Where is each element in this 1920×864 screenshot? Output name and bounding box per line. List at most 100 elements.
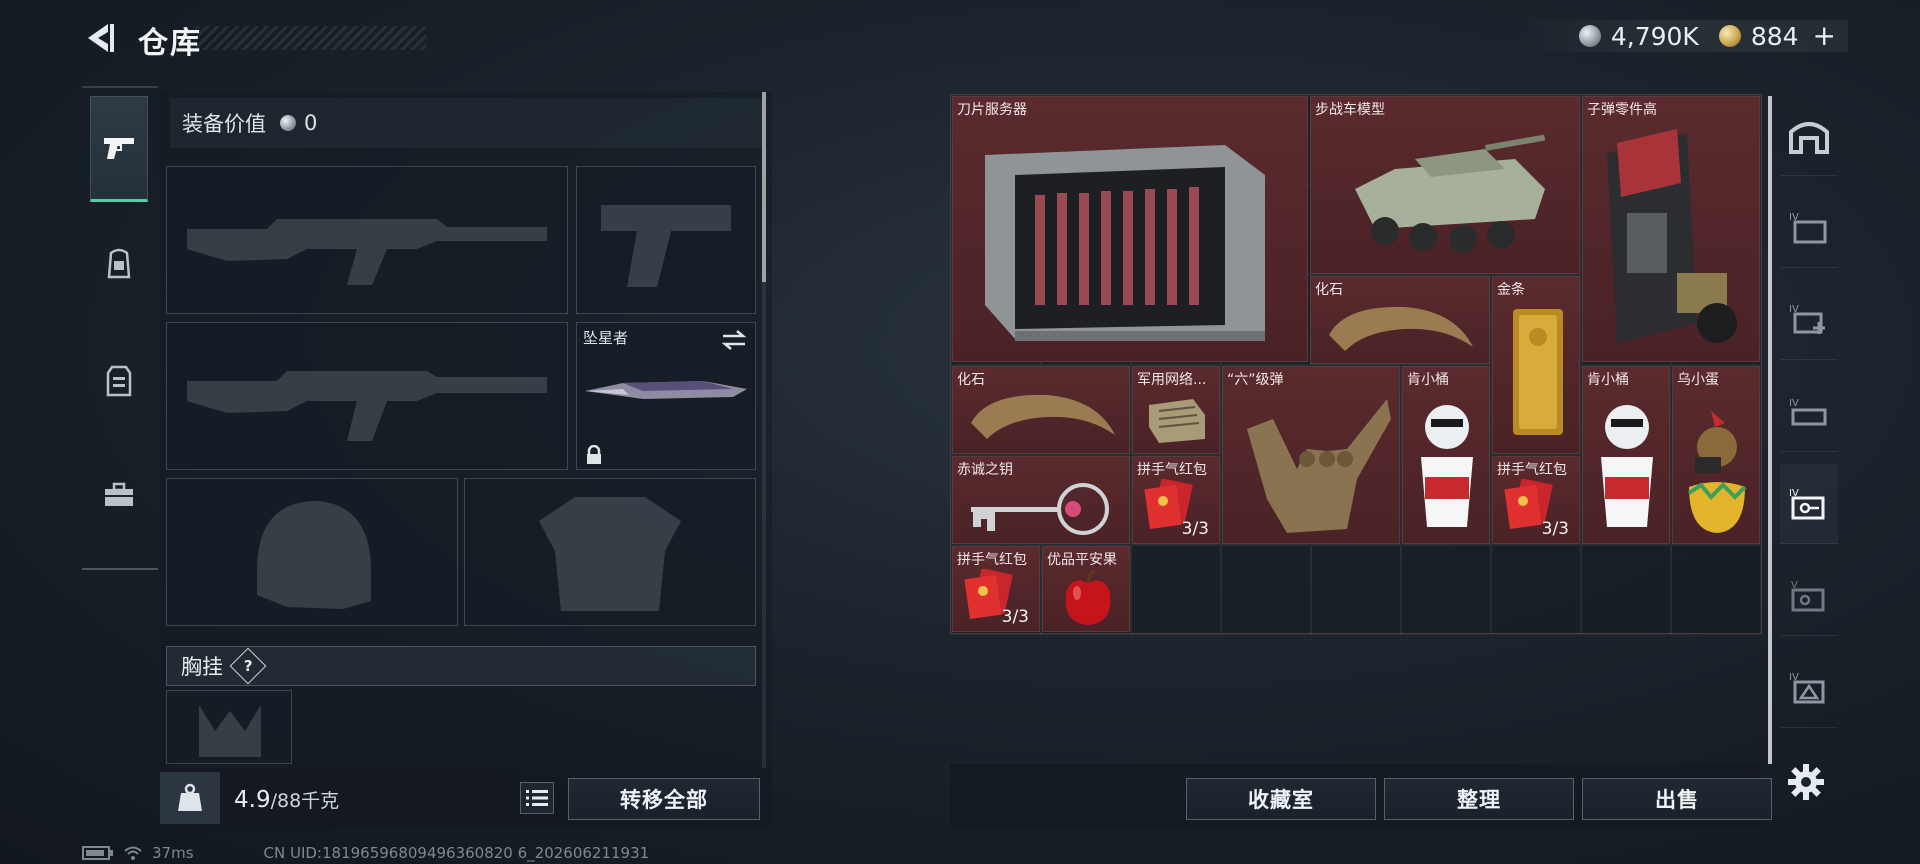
- tab-storage-iv-medical[interactable]: IV: [1780, 280, 1838, 360]
- item-ammo-parts[interactable]: 子弹零件高: [1582, 96, 1760, 362]
- nav-vest[interactable]: [90, 328, 148, 434]
- loadout-nav: [82, 86, 158, 570]
- svg-text:IV: IV: [1789, 488, 1799, 499]
- weapon-case-icon: IV: [1789, 398, 1827, 425]
- item-red-envelope[interactable]: 拼手气红包 3/3: [1132, 456, 1220, 544]
- primary-weapon-slot[interactable]: [166, 166, 568, 314]
- currency-bar: 4,790K 884 +: [1518, 20, 1848, 52]
- item-name: 步战车模型: [1315, 102, 1385, 118]
- armor-silhouette-icon: [539, 497, 681, 611]
- item-name: 军用网络...: [1137, 372, 1207, 388]
- transfer-all-button[interactable]: 转移全部: [568, 778, 760, 820]
- silver-coin-icon: [280, 115, 296, 131]
- storage-cell[interactable]: [1311, 545, 1401, 635]
- item-name: 拼手气红包: [1137, 462, 1207, 478]
- armor-slot[interactable]: [464, 478, 756, 626]
- chest-rig-slot[interactable]: [166, 690, 292, 764]
- helmet-slot[interactable]: [166, 478, 458, 626]
- item-kfc-bucket[interactable]: 肯小桶: [1402, 366, 1490, 544]
- silver-coin-icon: [1578, 25, 1601, 47]
- item-count: 3/3: [1181, 519, 1209, 539]
- key-image: [971, 483, 1109, 535]
- weight-current: 4.9: [234, 787, 271, 813]
- item-blade-server[interactable]: 刀片服务器: [952, 96, 1308, 362]
- item-tier6-ammo[interactable]: “六”级弹: [1222, 366, 1400, 544]
- knife-image: [585, 381, 747, 399]
- nav-case[interactable]: [90, 442, 148, 548]
- chest-rig-label: 胸挂: [181, 655, 223, 679]
- kfc-bucket-image: [1421, 405, 1473, 527]
- backpack-icon: [107, 248, 131, 279]
- item-red-envelope[interactable]: 拼手气红包 3/3: [952, 546, 1040, 632]
- supply-case-icon: IV: [1789, 672, 1825, 703]
- item-fossil[interactable]: 化石: [1310, 276, 1490, 364]
- tab-storage-iv-key[interactable]: IV: [1780, 464, 1838, 544]
- storage-scrollbar[interactable]: [1768, 96, 1772, 764]
- item-military-network[interactable]: 军用网络...: [1132, 366, 1220, 454]
- storage-cell[interactable]: [1671, 545, 1761, 635]
- collection-room-button[interactable]: 收藏室: [1186, 778, 1376, 820]
- ammo-parts-image: [1607, 129, 1737, 343]
- tier6-ammo-image: [1247, 399, 1391, 533]
- weight-display: 4.9/88千克: [234, 786, 339, 813]
- item-key[interactable]: 赤诚之钥: [952, 456, 1130, 544]
- loadout-scroll-thumb[interactable]: [762, 92, 766, 282]
- storage-cell[interactable]: [1491, 545, 1581, 635]
- weight-max: /88千克: [270, 790, 340, 812]
- egg-figure-image: [1687, 411, 1747, 533]
- settings-button[interactable]: [1786, 762, 1826, 802]
- melee-slot[interactable]: 坠星者: [576, 322, 756, 470]
- lock-icon: [587, 445, 601, 464]
- svg-text:IV: IV: [1789, 304, 1799, 315]
- vest-icon: [106, 365, 132, 397]
- page-title: 仓库: [138, 26, 202, 61]
- uid-text: CN UID:18196596809496360820 6_2026062119…: [263, 844, 650, 862]
- back-button[interactable]: [80, 18, 120, 58]
- organize-button[interactable]: 整理: [1384, 778, 1574, 820]
- item-name: 优品平安果: [1047, 552, 1117, 568]
- storage-cell[interactable]: [1401, 545, 1491, 635]
- nav-backpack[interactable]: [90, 210, 148, 316]
- item-apple[interactable]: 优品平安果: [1042, 546, 1130, 632]
- storage-cell[interactable]: [1581, 545, 1671, 635]
- item-name: 乌小蛋: [1677, 372, 1719, 388]
- nav-weapons[interactable]: [90, 96, 148, 202]
- tab-storage-iv-folder[interactable]: IV: [1780, 188, 1838, 268]
- item-name: 拼手气红包: [957, 552, 1027, 568]
- help-button[interactable]: ?: [229, 647, 267, 685]
- secondary-weapon-slot[interactable]: [166, 322, 568, 470]
- item-fossil[interactable]: 化石: [952, 366, 1130, 454]
- item-egg-figure[interactable]: 乌小蛋: [1672, 366, 1760, 544]
- tab-storage-v-key[interactable]: V: [1780, 556, 1838, 636]
- wifi-icon: [124, 846, 142, 860]
- tab-main-storage[interactable]: [1780, 96, 1838, 176]
- rifle-silhouette-icon: [187, 371, 547, 441]
- sidearm-slot[interactable]: [576, 166, 756, 314]
- list-view-button[interactable]: [520, 782, 554, 814]
- svg-text:IV: IV: [1789, 398, 1799, 409]
- equip-value-label: 装备价值: [182, 112, 266, 136]
- sell-button[interactable]: 出售: [1582, 778, 1772, 820]
- item-name: 金条: [1497, 282, 1525, 298]
- battery-icon: [82, 846, 113, 860]
- item-name: 子弹零件高: [1587, 102, 1657, 118]
- item-count: 3/3: [1541, 519, 1569, 539]
- item-red-envelope[interactable]: 拼手气红包 3/3: [1492, 456, 1580, 544]
- add-currency-button[interactable]: +: [1813, 22, 1836, 50]
- item-ifv-model[interactable]: 步战车模型: [1310, 96, 1580, 274]
- medical-case-icon: IV: [1789, 304, 1825, 334]
- storage-cell[interactable]: [1131, 545, 1221, 635]
- melee-name: 坠星者: [583, 329, 629, 347]
- gold-coin-icon: [1718, 25, 1741, 47]
- swap-icon[interactable]: [721, 329, 747, 351]
- storage-cell[interactable]: [1221, 545, 1311, 635]
- back-arrow-icon: [88, 24, 114, 52]
- kfc-bucket-image: [1601, 405, 1653, 527]
- item-name: 赤诚之钥: [957, 462, 1013, 478]
- warehouse-icon: [1789, 121, 1829, 154]
- tab-storage-iv-weapon[interactable]: IV: [1780, 372, 1838, 452]
- silver-currency-value: 4,790K: [1610, 21, 1699, 51]
- item-kfc-bucket[interactable]: 肯小桶: [1582, 366, 1670, 544]
- item-gold-bar[interactable]: 金条: [1492, 276, 1580, 454]
- tab-storage-iv-supply[interactable]: IV: [1780, 648, 1838, 728]
